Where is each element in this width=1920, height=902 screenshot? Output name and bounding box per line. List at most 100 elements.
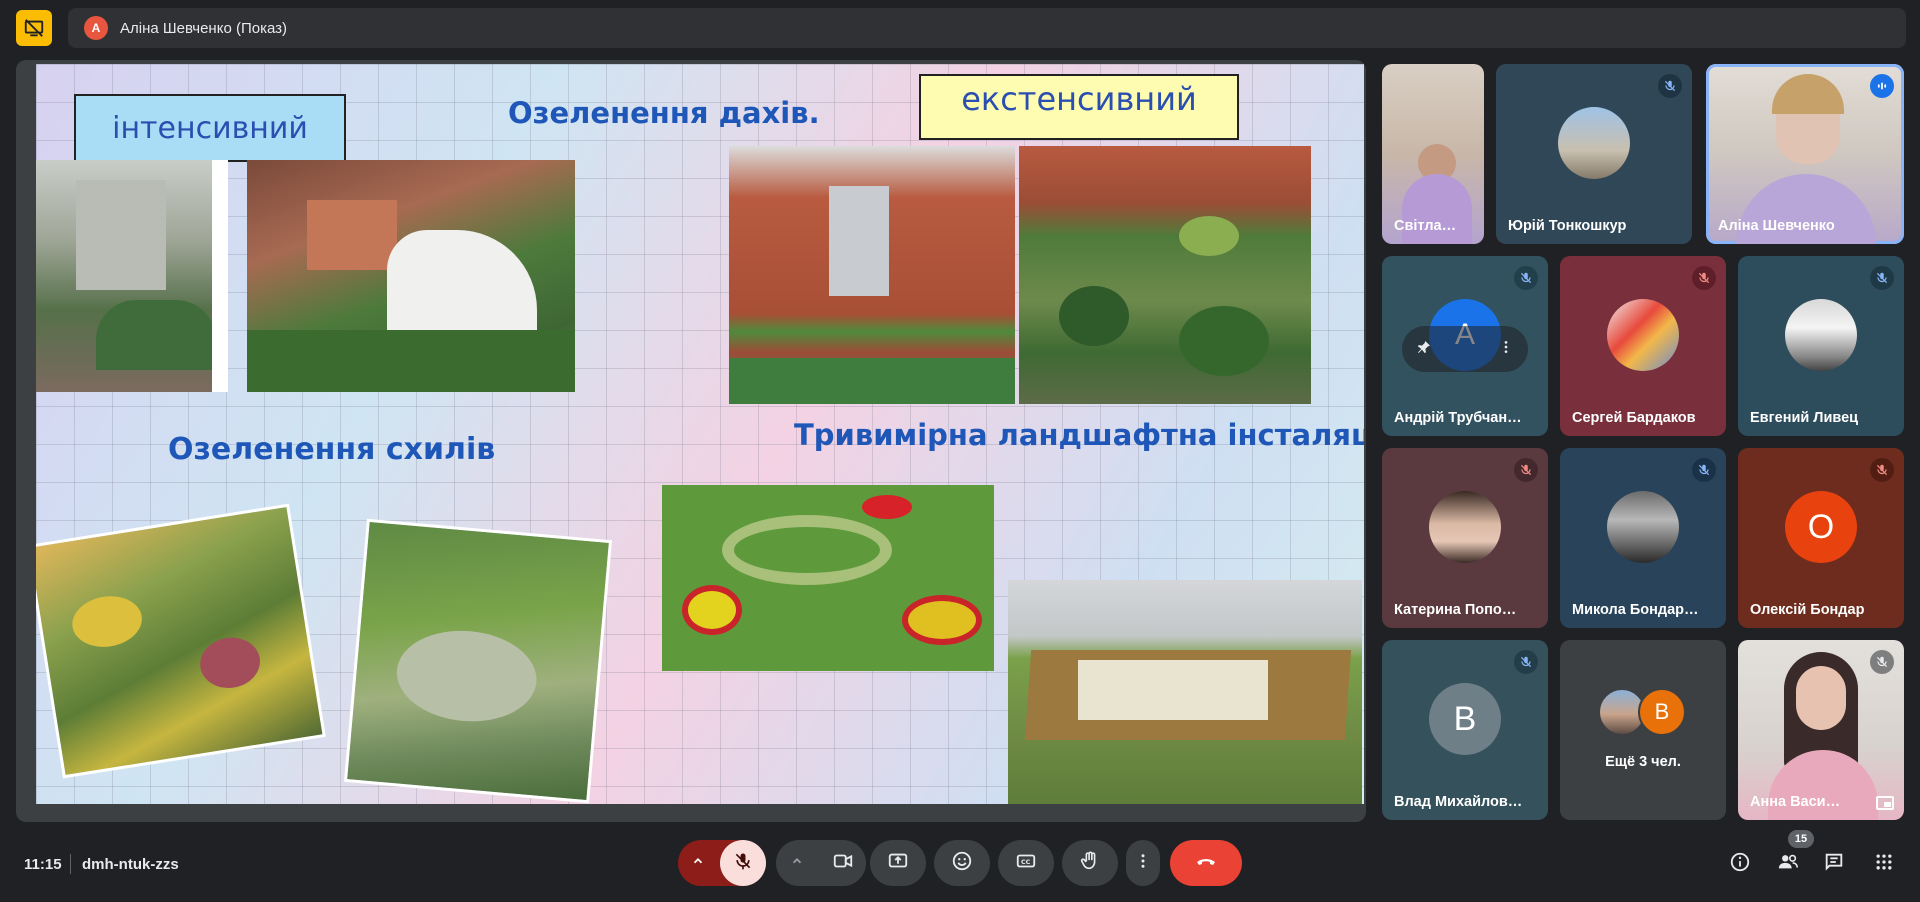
photo-extensive-2 (1019, 146, 1311, 404)
participant-name: Олексій Бондар (1750, 602, 1865, 618)
presentation-title: Аліна Шевченко (Показ) (120, 19, 288, 37)
svg-text:CC: CC (1021, 857, 1031, 865)
photo-intensive-2 (247, 160, 575, 392)
photo-3d-2 (1008, 580, 1362, 804)
chevron-up-icon (790, 854, 804, 873)
photo-intensive-1 (36, 160, 228, 392)
participant-tile[interactable]: Анна Васи… (1738, 640, 1904, 820)
tile-hover-controls (1402, 326, 1528, 372)
speaking-indicator-icon (1870, 74, 1894, 98)
present-screen-icon (887, 850, 909, 877)
mic-off-icon (1692, 266, 1716, 290)
participant-name: Світла… (1394, 218, 1457, 234)
participant-tile[interactable]: Сергей Бардаков (1560, 256, 1726, 436)
participant-name: Юрій Тонкошкур (1508, 218, 1627, 234)
chat-icon (1823, 851, 1845, 878)
mic-off-icon (1514, 650, 1538, 674)
label-extensive: екстенсивний (919, 74, 1239, 140)
photo-slope-2 (347, 522, 609, 800)
photo-3d-1 (662, 485, 994, 671)
video-camera-icon (832, 850, 854, 877)
slide: інтенсивний Озеленення дахів. екстенсивн… (36, 64, 1364, 804)
stop-presenting-icon[interactable] (16, 10, 52, 46)
more-participants-tile[interactable]: В Ещё 3 чел. (1560, 640, 1726, 820)
avatar (1785, 299, 1857, 372)
participant-tile[interactable]: Микола Бондар… (1560, 448, 1726, 628)
pin-icon[interactable] (1416, 339, 1432, 360)
photo-extensive-1 (729, 146, 1015, 404)
avatar (1429, 491, 1501, 564)
mic-off-icon (1514, 266, 1538, 290)
heading-slopes: Озеленення схилів (168, 432, 496, 467)
leave-call-button[interactable] (1170, 840, 1242, 886)
participant-name: Евгений Ливец (1750, 410, 1859, 426)
camera-group (776, 840, 866, 886)
presentation-stage: інтенсивний Озеленення дахів. екстенсивн… (16, 60, 1366, 822)
participant-name: Андрій Трубчан… (1394, 410, 1522, 426)
participant-name: Анна Васи… (1750, 794, 1841, 810)
more-participants-label: Ещё 3 чел. (1605, 754, 1681, 770)
mic-toggle-button[interactable] (720, 840, 766, 886)
end-call-icon (1194, 849, 1218, 878)
mic-off-icon (733, 851, 753, 876)
info-icon (1729, 851, 1751, 878)
video-options-button[interactable] (776, 840, 818, 886)
avatar (1607, 491, 1679, 564)
mic-off-icon (1514, 458, 1538, 482)
more-vert-icon (1134, 852, 1152, 875)
heading-roofs: Озеленення дахів. (508, 96, 820, 130)
reactions-button[interactable] (934, 840, 990, 886)
meeting-info-button[interactable] (1722, 846, 1758, 882)
divider (70, 854, 71, 874)
mic-off-icon (1692, 458, 1716, 482)
heading-3d-installation: Тривимірна ландшафтна інсталяція (794, 418, 1364, 452)
hand-icon (1079, 850, 1101, 877)
emoji-icon (951, 850, 973, 877)
participant-tile[interactable]: В Влад Михайлов… (1382, 640, 1548, 820)
participant-tile[interactable]: А Андрій Трубчан… (1382, 256, 1548, 436)
people-button[interactable] (1770, 846, 1806, 882)
people-icon (1776, 851, 1800, 878)
mic-off-icon (1658, 74, 1682, 98)
participant-name: Микола Бондар… (1572, 602, 1699, 618)
chat-button[interactable] (1816, 846, 1852, 882)
camera-toggle-button[interactable] (820, 840, 866, 886)
meeting-code: dmh-ntuk-zzs (82, 856, 179, 873)
photo-slope-1 (36, 507, 323, 775)
presenter-avatar: А (84, 16, 108, 40)
chevron-up-icon (691, 854, 705, 873)
present-screen-button[interactable] (870, 840, 926, 886)
avatar (1558, 107, 1630, 180)
mic-group (678, 840, 766, 886)
participant-tile[interactable]: О Олексій Бондар (1738, 448, 1904, 628)
more-options-button[interactable] (1126, 840, 1160, 886)
more-options-icon[interactable] (1498, 339, 1514, 360)
mic-off-icon (1870, 458, 1894, 482)
activities-button[interactable] (1866, 846, 1902, 882)
participant-tile[interactable]: Світла… (1382, 64, 1484, 244)
participant-tile[interactable]: Евгений Ливец (1738, 256, 1904, 436)
participant-name: Аліна Шевченко (1718, 218, 1835, 234)
participant-name: Сергей Бардаков (1572, 410, 1696, 426)
presentation-bar: А Аліна Шевченко (Показ) (68, 8, 1906, 48)
participant-tile-active-speaker[interactable]: Аліна Шевченко (1706, 64, 1904, 244)
closed-captions-icon: CC (1015, 850, 1037, 877)
control-bar: 11:15 dmh-ntuk-zzs CC 15 (0, 828, 1920, 902)
picture-in-picture-icon[interactable] (1876, 796, 1894, 810)
avatar (1607, 299, 1679, 372)
participant-tile[interactable]: Катерина Попо… (1382, 448, 1548, 628)
mic-off-icon (1870, 266, 1894, 290)
participant-name: Влад Михайлов… (1394, 794, 1523, 810)
captions-button[interactable]: CC (998, 840, 1054, 886)
avatar: В (1638, 688, 1686, 736)
participant-name: Катерина Попо… (1394, 602, 1517, 618)
label-intensive: інтенсивний (74, 94, 346, 162)
audio-options-button[interactable] (678, 840, 718, 886)
avatar: В (1429, 683, 1501, 756)
apps-grid-icon (1874, 852, 1894, 877)
clock: 11:15 (24, 856, 62, 873)
top-bar: А Аліна Шевченко (Показ) (0, 0, 1920, 54)
avatar: О (1785, 491, 1857, 564)
raise-hand-button[interactable] (1062, 840, 1118, 886)
participant-tile[interactable]: Юрій Тонкошкур (1496, 64, 1692, 244)
